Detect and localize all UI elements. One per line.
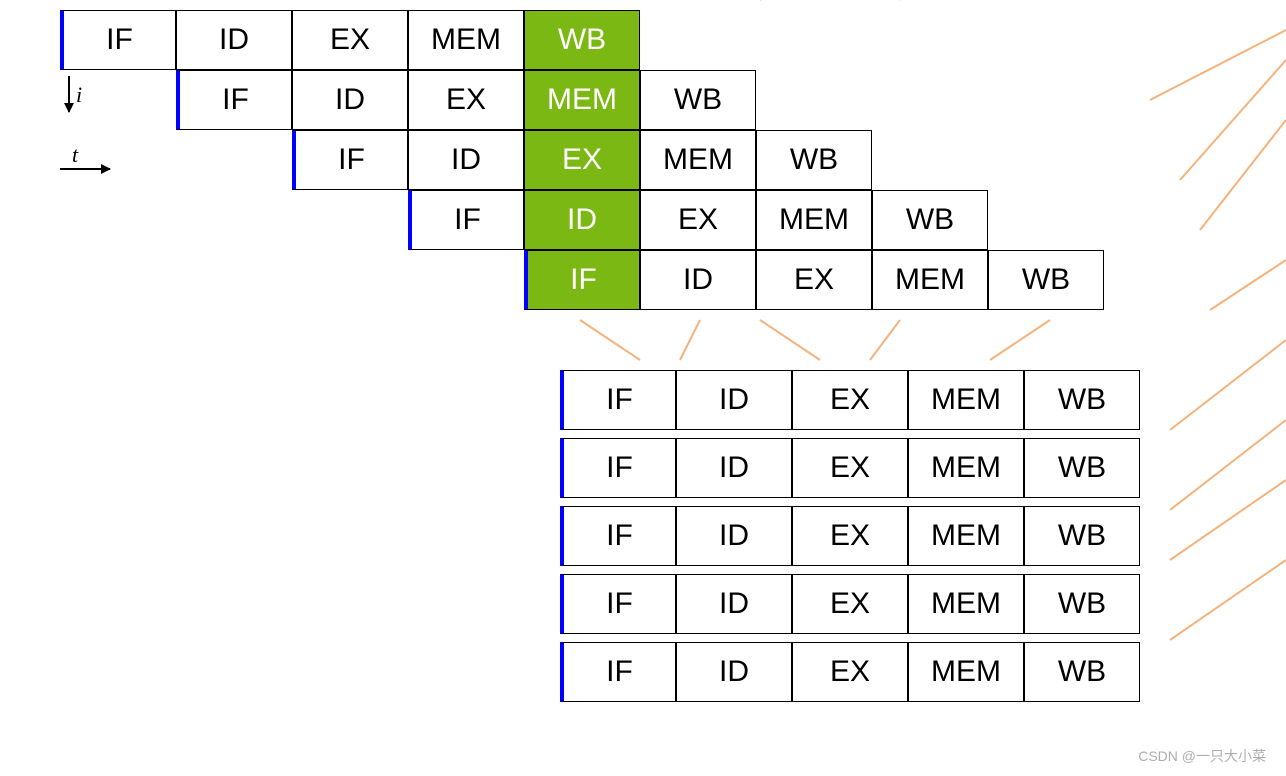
stage-cell-if: IF	[524, 250, 640, 310]
stage-cell-if: IF	[560, 574, 676, 634]
axis-i-arrow	[68, 76, 70, 112]
stage-cell-ex: EX	[792, 506, 908, 566]
stage-cell-wb: WB	[1024, 438, 1140, 498]
stage-cell-if: IF	[292, 130, 408, 190]
stage-cell-wb: WB	[640, 70, 756, 130]
stage-cell-if: IF	[176, 70, 292, 130]
stage-cell-wb: WB	[1024, 642, 1140, 702]
axis-i-label: i	[76, 82, 82, 108]
stage-cell-mem: MEM	[908, 642, 1024, 702]
stage-cell-if: IF	[560, 506, 676, 566]
stage-cell-if: IF	[560, 438, 676, 498]
stage-cell-id: ID	[676, 506, 792, 566]
stage-cell-mem: MEM	[640, 130, 756, 190]
stage-cell-id: ID	[676, 574, 792, 634]
stage-cell-wb: WB	[988, 250, 1104, 310]
stage-cell-if: IF	[408, 190, 524, 250]
stage-cell-mem: MEM	[872, 250, 988, 310]
stage-cell-ex: EX	[640, 190, 756, 250]
stage-cell-wb: WB	[524, 10, 640, 70]
stage-cell-id: ID	[292, 70, 408, 130]
stage-cell-wb: WB	[872, 190, 988, 250]
stage-cell-ex: EX	[524, 130, 640, 190]
stage-cell-ex: EX	[756, 250, 872, 310]
stage-cell-if: IF	[560, 370, 676, 430]
stage-cell-id: ID	[640, 250, 756, 310]
stage-cell-ex: EX	[792, 370, 908, 430]
stage-cell-ex: EX	[792, 642, 908, 702]
stage-cell-id: ID	[176, 10, 292, 70]
stage-cell-mem: MEM	[408, 10, 524, 70]
stage-cell-mem: MEM	[908, 370, 1024, 430]
axis-t-arrow	[60, 168, 110, 170]
stage-cell-ex: EX	[408, 70, 524, 130]
stage-cell-mem: MEM	[908, 506, 1024, 566]
stage-cell-mem: MEM	[524, 70, 640, 130]
stage-cell-mem: MEM	[908, 574, 1024, 634]
axis-t-label: t	[72, 142, 78, 168]
stage-cell-wb: WB	[1024, 574, 1140, 634]
stage-cell-ex: EX	[292, 10, 408, 70]
stage-cell-if: IF	[60, 10, 176, 70]
stage-cell-wb: WB	[1024, 506, 1140, 566]
stage-cell-ex: EX	[792, 438, 908, 498]
stage-cell-mem: MEM	[908, 438, 1024, 498]
stage-cell-id: ID	[524, 190, 640, 250]
stage-cell-ex: EX	[792, 574, 908, 634]
stage-cell-wb: WB	[756, 130, 872, 190]
stage-cell-id: ID	[676, 438, 792, 498]
stage-cell-wb: WB	[1024, 370, 1140, 430]
stage-cell-mem: MEM	[756, 190, 872, 250]
stage-cell-id: ID	[676, 370, 792, 430]
watermark: CSDN @一只大小菜	[1138, 746, 1266, 766]
stage-cell-if: IF	[560, 642, 676, 702]
stage-cell-id: ID	[676, 642, 792, 702]
stage-cell-id: ID	[408, 130, 524, 190]
